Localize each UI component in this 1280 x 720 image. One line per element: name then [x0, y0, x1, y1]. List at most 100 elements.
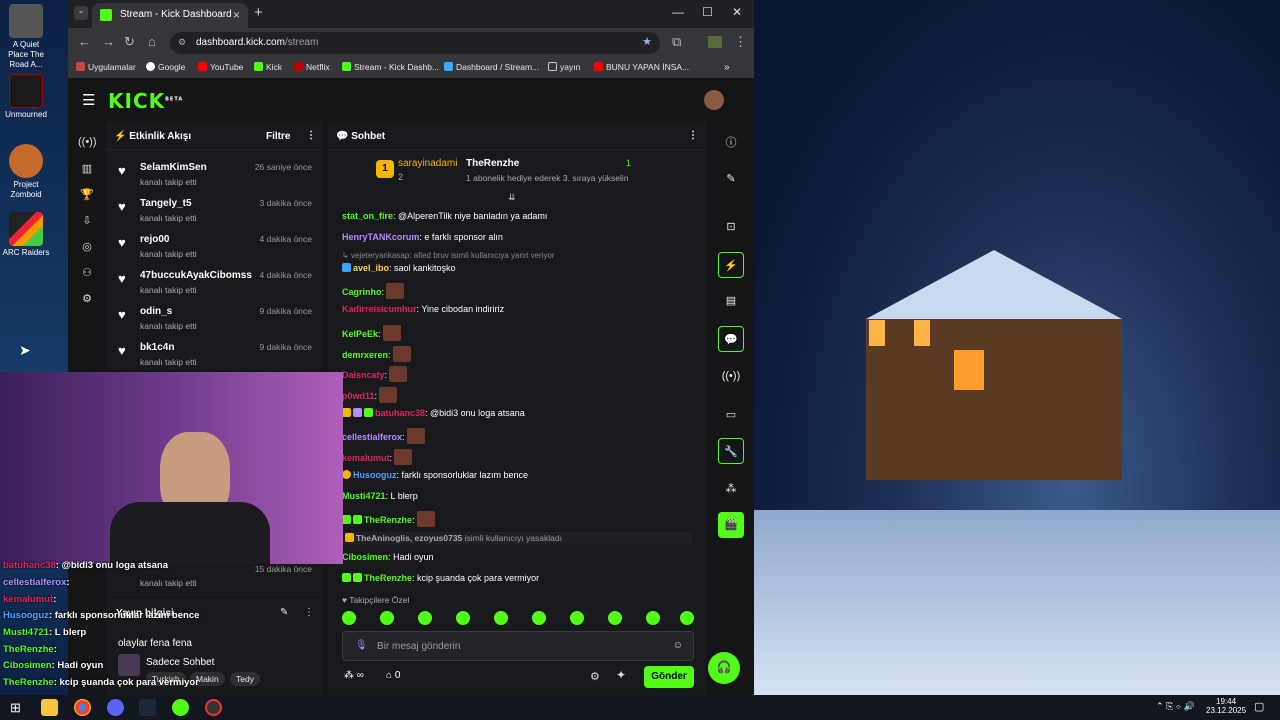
- close-tab-icon[interactable]: ×: [233, 8, 240, 22]
- activity-menu-icon[interactable]: ⋮: [306, 130, 316, 141]
- bookmark-netflix[interactable]: Netflix: [294, 62, 330, 72]
- bolt-icon: ⚡: [114, 131, 127, 142]
- trophy-icon[interactable]: 🏆: [78, 188, 96, 206]
- bookmark-yayin[interactable]: yayın: [548, 62, 580, 72]
- tray-icons[interactable]: ⌃ ⎘ ⌔ 🔊: [1156, 701, 1195, 712]
- stream-live-icon[interactable]: ((•)): [78, 136, 97, 154]
- chat-settings-icon[interactable]: ⚙: [590, 670, 600, 683]
- forward-icon[interactable]: →: [102, 34, 115, 49]
- emote: [394, 449, 413, 465]
- emoji-icon[interactable]: ☺: [673, 640, 683, 651]
- heart-icon: ♥: [118, 307, 126, 322]
- broadcast-icon[interactable]: ((•)): [718, 364, 744, 390]
- emote-option[interactable]: [570, 611, 584, 625]
- obs-taskbar-icon[interactable]: [205, 699, 222, 716]
- windows-start-icon[interactable]: ⊞: [10, 700, 21, 716]
- back-icon[interactable]: ←: [78, 34, 91, 49]
- clips-icon[interactable]: 🎬: [718, 512, 744, 538]
- rank-badge: 1: [376, 160, 394, 178]
- cabin-window: [914, 320, 930, 346]
- gift-counter[interactable]: ⌂ 0: [386, 670, 400, 681]
- community-tools-icon[interactable]: ⁂: [718, 476, 744, 502]
- camera-icon[interactable]: ◎: [78, 240, 96, 258]
- chat-message: cellestialferox:: [342, 428, 692, 444]
- taskbar-clock[interactable]: 19:44 23.12.2025: [1206, 697, 1246, 715]
- emote-option[interactable]: [646, 611, 660, 625]
- quick-actions-icon[interactable]: ⚡: [718, 252, 744, 278]
- chat-message-input[interactable]: 🎙 Bir mesaj gönderin ☺: [342, 631, 694, 661]
- chat-menu-icon[interactable]: ⋮: [688, 130, 698, 141]
- site-info-icon[interactable]: ⚙: [178, 37, 186, 48]
- top-gifter-name: sarayinadami: [398, 158, 458, 169]
- more-bookmarks-icon[interactable]: »: [724, 62, 730, 73]
- bookmark-dashboard-stream[interactable]: Dashboard / Stream...: [444, 62, 539, 72]
- notification-icon[interactable]: ▢: [1254, 700, 1264, 713]
- user-avatar[interactable]: [704, 90, 724, 110]
- layout-icon[interactable]: ▭: [718, 402, 744, 428]
- camera-focus-icon[interactable]: ⊡: [718, 214, 744, 240]
- overlay-chat-line: TheRenzhe:: [3, 644, 57, 655]
- stream-info-menu-icon[interactable]: ⋮: [304, 607, 314, 618]
- emote-option[interactable]: [680, 611, 694, 625]
- bookmark-youtube[interactable]: YouTube: [198, 62, 243, 72]
- settings-icon[interactable]: ⚙: [78, 292, 96, 310]
- wrench-icon[interactable]: 🔧: [718, 438, 744, 464]
- reload-icon[interactable]: ↻: [124, 34, 135, 50]
- emote-option[interactable]: [456, 611, 470, 625]
- discord-taskbar-icon[interactable]: [107, 699, 124, 716]
- bookmark-bunu-yapan[interactable]: BUNU YAPAN İNSA...: [594, 62, 689, 72]
- browser-menu-icon[interactable]: ⋮: [734, 34, 747, 50]
- bookmark-star-icon[interactable]: ★: [642, 35, 652, 48]
- close-window-icon[interactable]: ✕: [732, 5, 742, 19]
- bookmark-kick[interactable]: Kick: [254, 62, 282, 72]
- minimize-icon[interactable]: —: [672, 5, 684, 19]
- emote-option[interactable]: [418, 611, 432, 625]
- upload-icon[interactable]: ⇩: [78, 214, 96, 232]
- emote-option[interactable]: [532, 611, 546, 625]
- tab-kick-dashboard[interactable]: Stream - Kick Dashboard ×: [92, 3, 248, 28]
- scroll-down-icon[interactable]: ⇊: [508, 192, 516, 203]
- desktop-icon-unmourned[interactable]: Unmourned: [2, 74, 50, 120]
- bookmark-apps[interactable]: Uygulamalar: [76, 62, 136, 72]
- emote-option[interactable]: [608, 611, 622, 625]
- xbox-taskbar-icon[interactable]: [172, 699, 189, 716]
- tab-search-icon[interactable]: ⌄: [74, 6, 88, 20]
- profile-icon[interactable]: [708, 36, 722, 48]
- info-icon[interactable]: ⓘ: [718, 128, 744, 154]
- bookmark-kick-dashboard[interactable]: Stream - Kick Dashb...: [342, 62, 439, 72]
- extensions-icon[interactable]: ⧉: [672, 34, 681, 50]
- home-icon[interactable]: ⌂: [148, 34, 156, 49]
- url-input[interactable]: ⚙ dashboard.kick.com/stream ★: [170, 32, 660, 54]
- chat-moderation-notice: TheAninoglis, ezoyus0735 isimli kullanıc…: [342, 532, 692, 544]
- hamburger-menu-icon[interactable]: ☰: [82, 91, 95, 109]
- kick-logo[interactable]: KICKBETA: [108, 89, 183, 113]
- notes-icon[interactable]: ▤: [718, 288, 744, 314]
- emote-option[interactable]: [342, 611, 356, 625]
- new-tab-icon[interactable]: +: [254, 4, 263, 21]
- desktop-icon-arc-raiders[interactable]: ARC Raiders: [2, 212, 50, 258]
- microphone-icon[interactable]: 🎙: [355, 640, 368, 651]
- bookmark-google[interactable]: Google: [146, 62, 185, 72]
- filter-button[interactable]: Filtre: [266, 131, 290, 142]
- steam-taskbar-icon[interactable]: [139, 699, 156, 716]
- pen-icon[interactable]: ✎: [718, 166, 744, 192]
- chat-tools-icon[interactable]: ✦: [616, 668, 626, 682]
- emote-option[interactable]: [494, 611, 508, 625]
- send-button[interactable]: Gönder: [644, 666, 694, 688]
- chrome-taskbar-icon[interactable]: [74, 699, 91, 716]
- analytics-icon[interactable]: ▥: [78, 162, 96, 180]
- heart-icon: ♥: [118, 199, 126, 214]
- channel-points[interactable]: ⁂ ∞: [344, 670, 364, 681]
- maximize-icon[interactable]: ☐: [702, 5, 713, 19]
- chat-message: HenryTANKcorum: e farklı sponsor alın: [342, 232, 503, 242]
- desktop-icon-a-quiet-place[interactable]: A Quiet Place The Road A...: [2, 4, 50, 70]
- desktop-icon-project-zomboid[interactable]: Project Zomboid: [2, 144, 50, 200]
- emote-option[interactable]: [380, 611, 394, 625]
- community-icon[interactable]: ⚇: [78, 266, 96, 284]
- edit-icon[interactable]: ✎: [280, 607, 288, 618]
- gifter-name: TheRenzhe: [466, 158, 520, 169]
- file-explorer-icon[interactable]: [41, 699, 58, 716]
- chat-toggle-icon[interactable]: 💬: [718, 326, 744, 352]
- chat-message: TheRenzhe: kcip şuanda çok para vermiyor: [342, 573, 692, 583]
- support-headset-icon[interactable]: 🎧: [708, 652, 740, 684]
